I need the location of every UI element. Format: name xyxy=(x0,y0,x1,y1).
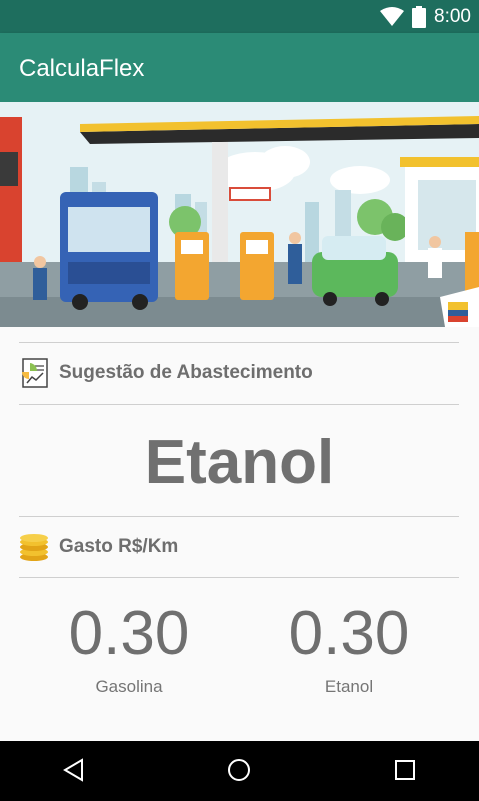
navigation-bar xyxy=(0,741,479,801)
app-title: CalculaFlex xyxy=(19,55,145,82)
divider xyxy=(19,404,459,405)
home-icon[interactable] xyxy=(227,758,251,782)
ethanol-label: Etanol xyxy=(324,677,374,696)
battery-icon xyxy=(412,6,427,28)
wifi-icon xyxy=(380,7,405,26)
gasoline-metric: 0.30 Gasolina xyxy=(29,603,229,697)
gas-station-illustration xyxy=(0,102,479,327)
ethanol-value: 0.30 xyxy=(288,599,410,668)
gas-station-banner xyxy=(0,102,479,327)
suggestion-header: Sugestão de Abastecimento xyxy=(19,358,313,388)
chart-report-icon xyxy=(22,358,48,388)
gasoline-label: Gasolina xyxy=(95,677,163,696)
divider xyxy=(19,577,459,578)
cost-label: Gasto R$/Km xyxy=(59,536,179,557)
divider xyxy=(19,516,459,517)
suggested-fuel: Etanol xyxy=(144,428,335,497)
suggestion-label: Sugestão de Abastecimento xyxy=(59,362,313,383)
content-area: Sugestão de Abastecimento Etanol Gasto R… xyxy=(0,327,479,741)
ethanol-metric: 0.30 Etanol xyxy=(249,603,449,697)
status-time: 8:00 xyxy=(434,6,471,27)
app-bar: CalculaFlex xyxy=(0,33,479,102)
gasoline-value: 0.30 xyxy=(68,599,190,668)
recents-icon[interactable] xyxy=(393,758,417,782)
cost-header: Gasto R$/Km xyxy=(19,533,178,561)
status-bar: 8:00 xyxy=(0,0,479,33)
coins-icon xyxy=(20,534,48,561)
back-icon[interactable] xyxy=(62,758,86,782)
divider xyxy=(19,342,459,343)
